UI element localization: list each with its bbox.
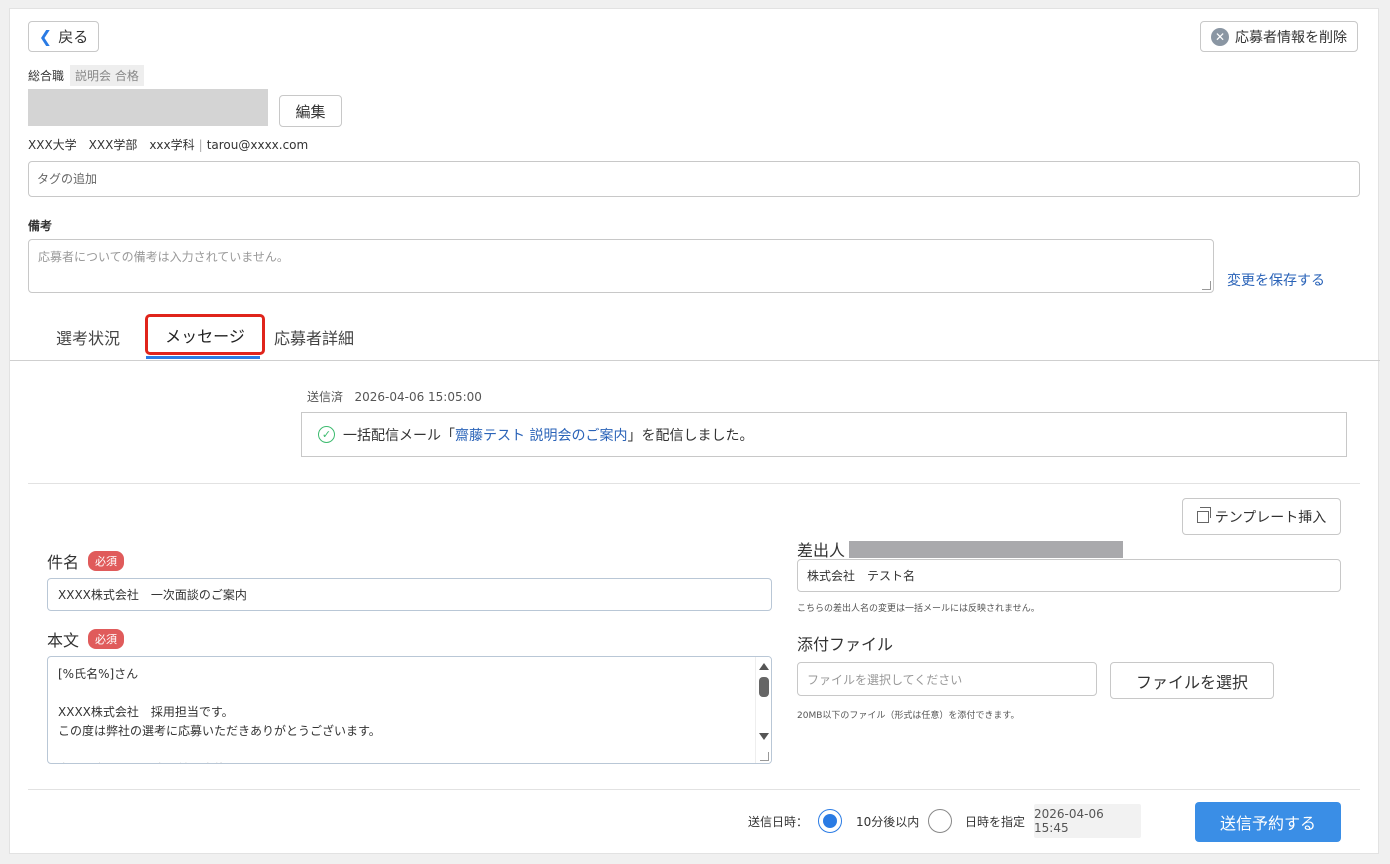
choose-file-button[interactable]: ファイルを選択	[1110, 662, 1274, 699]
tab-applicant-detail[interactable]: 応募者詳細	[274, 325, 354, 349]
back-label: 戻る	[58, 28, 89, 46]
radio-specify-date[interactable]	[928, 809, 952, 833]
university-info: XXX大学 XXX学部 xxx学科 | tarou@xxxx.com	[28, 136, 308, 153]
scrollbar[interactable]	[755, 657, 771, 763]
send-datetime-label: 送信日時：	[748, 815, 809, 829]
sent-message-box: ✓ 一括配信メール「 齋藤テスト 説明会のご案内 」を配信しました。	[301, 412, 1347, 457]
sent-text-suffix: 」を配信しました。	[627, 427, 754, 444]
edit-name-button[interactable]: 編集	[279, 95, 342, 127]
template-label: テンプレート挿入	[1214, 509, 1327, 526]
radio-10min-label[interactable]: 10分後以内	[856, 813, 919, 830]
position-row: 総合職 説明会 合格	[28, 65, 144, 86]
sent-status: 送信済	[307, 390, 344, 404]
body-label: 本文	[47, 631, 80, 650]
check-circle-icon: ✓	[318, 426, 335, 443]
body-text: [%氏名%]さん XXXX株式会社 採用担当です。 この度は弊社の選考に応募いた…	[58, 667, 381, 763]
stage-badge: 説明会 合格	[70, 65, 144, 86]
applicant-panel: ❮ 戻る ✕ 応募者情報を削除 総合職 説明会 合格 編集 XXX大学 XXX学…	[9, 8, 1380, 854]
section-divider	[28, 483, 1360, 484]
body-textarea[interactable]: [%氏名%]さん XXXX株式会社 採用担当です。 この度は弊社の選考に応募いた…	[47, 656, 772, 764]
job-position: 総合職	[28, 69, 65, 83]
tab-message[interactable]: メッセージ	[145, 314, 265, 355]
chevron-left-icon: ❮	[38, 27, 53, 46]
schedule-send-button[interactable]: 送信予約する	[1195, 802, 1341, 842]
radio-selected-dot	[823, 814, 837, 828]
sent-datetime: 2026-04-06 15:05:00	[354, 390, 482, 404]
body-label-row: 本文 必須	[47, 627, 125, 651]
resize-grip-icon[interactable]	[760, 752, 769, 761]
copy-icon	[1196, 506, 1211, 523]
remarks-label: 備考	[28, 219, 53, 233]
subject-input[interactable]: XXXX株式会社 一次面談のご案内	[47, 578, 772, 611]
delete-applicant-button[interactable]: ✕ 応募者情報を削除	[1200, 21, 1358, 52]
radio-specify-label[interactable]: 日時を指定	[965, 813, 1025, 830]
radio-10min[interactable]	[818, 809, 842, 833]
tab-selection-status[interactable]: 選考状況	[56, 325, 120, 349]
sent-meta: 送信済 2026-04-06 15:05:00	[307, 388, 482, 405]
sender-label: 差出人	[797, 541, 846, 560]
subject-label: 件名	[47, 553, 80, 572]
delete-label: 応募者情報を削除	[1235, 29, 1347, 46]
scroll-down-icon[interactable]	[759, 733, 769, 740]
datetime-field[interactable]: 2026-04-06 15:45	[1034, 804, 1141, 838]
scroll-thumb[interactable]	[759, 677, 769, 697]
back-button[interactable]: ❮ 戻る	[28, 21, 99, 52]
file-note: 20MB以下のファイル（形式は任意）を添付できます。	[797, 711, 1020, 721]
remarks-textarea[interactable]: 応募者についての備考は入力されていません。	[28, 239, 1214, 293]
tab-divider	[10, 360, 1380, 361]
applicant-name-redacted	[28, 89, 268, 126]
insert-template-button[interactable]: テンプレート挿入	[1182, 498, 1341, 535]
tag-input[interactable]	[28, 161, 1360, 197]
required-badge: 必須	[88, 629, 125, 649]
sent-text-prefix: 一括配信メール「	[343, 427, 455, 444]
required-badge: 必須	[88, 551, 125, 571]
resize-grip-icon[interactable]	[1202, 281, 1211, 290]
attach-label: 添付ファイル	[797, 635, 894, 654]
sender-note: こちらの差出人名の変更は一括メールには反映されません。	[797, 604, 1040, 614]
separator: |	[198, 138, 203, 152]
scroll-up-icon[interactable]	[759, 663, 769, 670]
email-text: tarou@xxxx.com	[206, 138, 309, 152]
active-tab-indicator	[146, 356, 260, 359]
close-circle-icon: ✕	[1211, 27, 1229, 46]
sent-mail-link[interactable]: 齋藤テスト 説明会のご案内	[455, 425, 627, 445]
subject-label-row: 件名 必須	[47, 549, 125, 573]
save-changes-link[interactable]: 変更を保存する	[1227, 270, 1325, 290]
sender-name-input[interactable]: 株式会社 テスト名	[797, 559, 1341, 592]
file-input[interactable]: ファイルを選択してください	[797, 662, 1097, 696]
bottom-divider	[28, 789, 1360, 790]
remarks-placeholder: 応募者についての備考は入力されていません。	[38, 250, 289, 264]
university-text: XXX大学 XXX学部 xxx学科	[28, 138, 195, 152]
sender-address-redacted	[849, 540, 1124, 558]
sender-label-row: 差出人	[797, 537, 1124, 561]
